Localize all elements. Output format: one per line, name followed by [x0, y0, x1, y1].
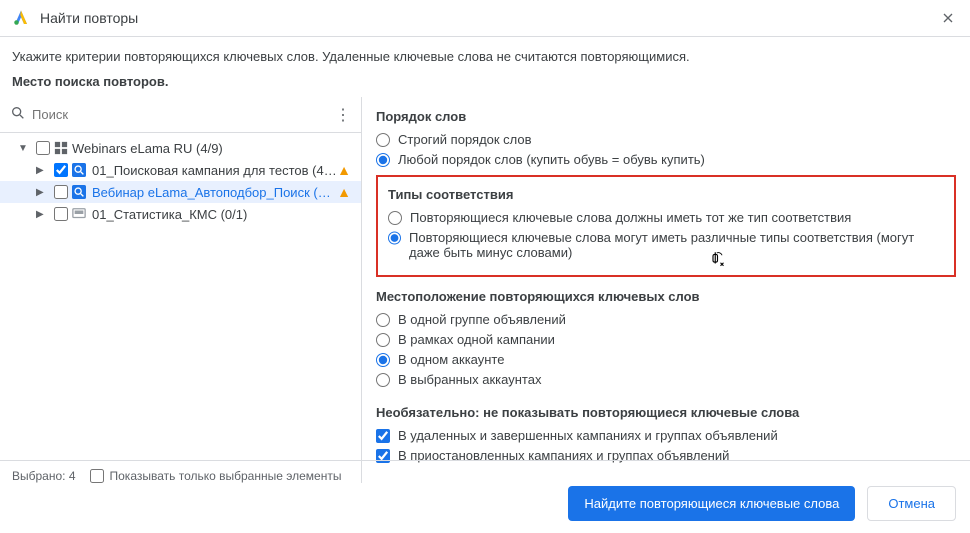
show-only-selected-checkbox[interactable]: [90, 469, 104, 483]
warning-icon: ▲: [337, 162, 351, 178]
group-header-location: Местоположение повторяющихся ключевых сл…: [376, 289, 956, 304]
search-bar: ⋮: [0, 97, 361, 133]
tree-item-label: 01_Статистика_КМС (0/1): [92, 207, 355, 222]
search-input[interactable]: [28, 101, 333, 128]
campaign-display-icon: [72, 207, 86, 221]
radio-loc-account[interactable]: В одном аккаунте: [376, 352, 956, 367]
tree-item-label: 01_Поисковая кампания для тестов (4/4): [92, 163, 337, 178]
tree-item-checkbox[interactable]: [54, 163, 68, 177]
radio-order-any[interactable]: Любой порядок слов (купить обувь = обувь…: [376, 152, 956, 167]
dialog-title: Найти повторы: [40, 10, 938, 26]
campaign-search-icon: [72, 163, 86, 177]
group-header-order: Порядок слов: [376, 109, 956, 124]
search-more-icon[interactable]: ⋮: [333, 105, 353, 125]
tree-item[interactable]: ▶ 01_Статистика_КМС (0/1): [0, 203, 361, 225]
close-button[interactable]: [938, 8, 958, 28]
app-logo-icon: [12, 9, 30, 27]
chevron-down-icon[interactable]: ▼: [18, 143, 32, 154]
radio-loc-adgroup[interactable]: В одной группе объявлений: [376, 312, 956, 327]
group-header-match: Типы соответствия: [388, 187, 944, 202]
match-type-highlight: Типы соответствия Повторяющиеся ключевые…: [376, 175, 956, 277]
find-duplicates-button[interactable]: Найдите повторяющиеся ключевые слова: [568, 486, 855, 521]
chevron-right-icon[interactable]: ▶: [36, 209, 50, 220]
chevron-right-icon[interactable]: ▶: [36, 187, 50, 198]
cancel-button[interactable]: Отмена: [867, 486, 956, 521]
options-panel: Порядок слов Строгий порядок слов Любой …: [362, 97, 970, 483]
tree-root-row[interactable]: ▼ Webinars eLama RU (4/9): [0, 137, 361, 159]
check-hide-removed[interactable]: В удаленных и завершенных кампаниях и гр…: [376, 428, 956, 443]
campaign-search-icon: [72, 185, 86, 199]
tree-root-checkbox[interactable]: [36, 141, 50, 155]
dialog-header: Найти повторы: [0, 0, 970, 37]
group-header-optional: Необязательно: не показывать повторяющие…: [376, 405, 956, 420]
tree-item-label: Вебинар eLama_Автоподбор_Поиск (0/4): [92, 185, 337, 200]
show-only-selected-label: Показывать только выбранные элементы: [110, 469, 342, 483]
tree-item[interactable]: ▶ 01_Поисковая кампания для тестов (4/4)…: [0, 159, 361, 181]
radio-match-any[interactable]: Повторяющиеся ключевые слова могут иметь…: [388, 230, 944, 260]
chevron-right-icon[interactable]: ▶: [36, 165, 50, 176]
radio-loc-selected[interactable]: В выбранных аккаунтах: [376, 372, 956, 387]
dialog-footer: Выбрано: 4 Показывать только выбранные э…: [0, 460, 970, 533]
radio-order-strict[interactable]: Строгий порядок слов: [376, 132, 956, 147]
tree-item-checkbox[interactable]: [54, 185, 68, 199]
radio-loc-campaign[interactable]: В рамках одной кампании: [376, 332, 956, 347]
account-icon: [54, 141, 68, 155]
tree-item-checkbox[interactable]: [54, 207, 68, 221]
warning-icon: ▲: [337, 184, 351, 200]
tree-root-label: Webinars eLama RU (4/9): [72, 141, 355, 156]
left-panel: ⋮ ▼ Webinars eLama RU (4/9) ▶ 01_Поисков…: [0, 97, 362, 483]
dialog-description: Укажите критерии повторяющихся ключевых …: [0, 37, 970, 64]
tree-item[interactable]: ▶ Вебинар eLama_Автоподбор_Поиск (0/4) ▲: [0, 181, 361, 203]
selected-count: Выбрано: 4: [12, 469, 76, 483]
campaign-tree: ▼ Webinars eLama RU (4/9) ▶ 01_Поисковая…: [0, 133, 361, 229]
search-icon: [8, 105, 28, 124]
search-section-label: Место поиска повторов.: [0, 64, 970, 97]
radio-match-same[interactable]: Повторяющиеся ключевые слова должны имет…: [388, 210, 944, 225]
